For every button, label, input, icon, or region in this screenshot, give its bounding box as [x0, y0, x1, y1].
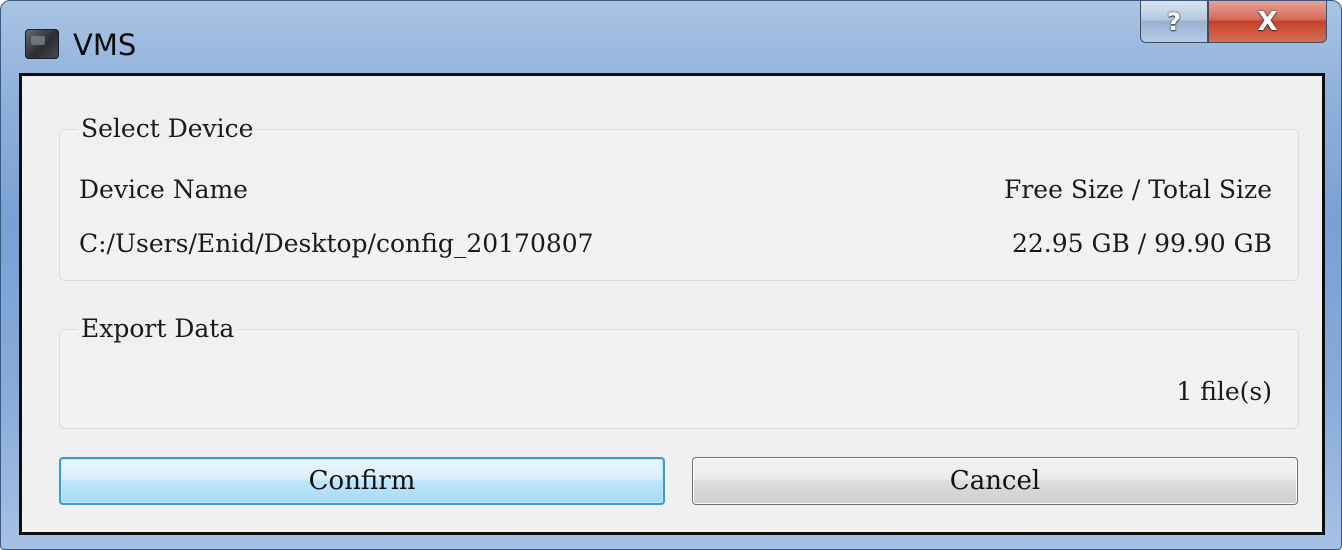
export-data-legend: Export Data: [78, 314, 238, 344]
device-size-value: 22.95 GB / 99.90 GB: [1011, 229, 1272, 258]
window-title: VMS: [73, 28, 137, 62]
help-icon: ?: [1167, 7, 1181, 36]
file-count: 1 file(s): [1176, 377, 1272, 406]
help-button[interactable]: ?: [1140, 1, 1208, 43]
confirm-label: Confirm: [308, 466, 416, 496]
dialog-client-area: Select Device Device Name Free Size / To…: [19, 73, 1325, 535]
close-icon: X: [1257, 6, 1278, 37]
cancel-label: Cancel: [949, 466, 1041, 496]
device-name-header: Device Name: [79, 175, 248, 204]
confirm-button[interactable]: Confirm: [59, 457, 665, 505]
size-header: Free Size / Total Size: [1003, 175, 1272, 204]
vms-app-icon: [25, 29, 59, 59]
cancel-button[interactable]: Cancel: [692, 457, 1298, 505]
export-data-group: [59, 329, 1299, 429]
select-device-legend: Select Device: [78, 114, 257, 144]
close-button[interactable]: X: [1208, 1, 1327, 43]
title-bar[interactable]: VMS ? X: [1, 1, 1341, 73]
device-name-value[interactable]: C:/Users/Enid/Desktop/config_20170807: [79, 229, 594, 259]
dialog-window: VMS ? X Select Device Device Name Free S…: [0, 0, 1342, 550]
